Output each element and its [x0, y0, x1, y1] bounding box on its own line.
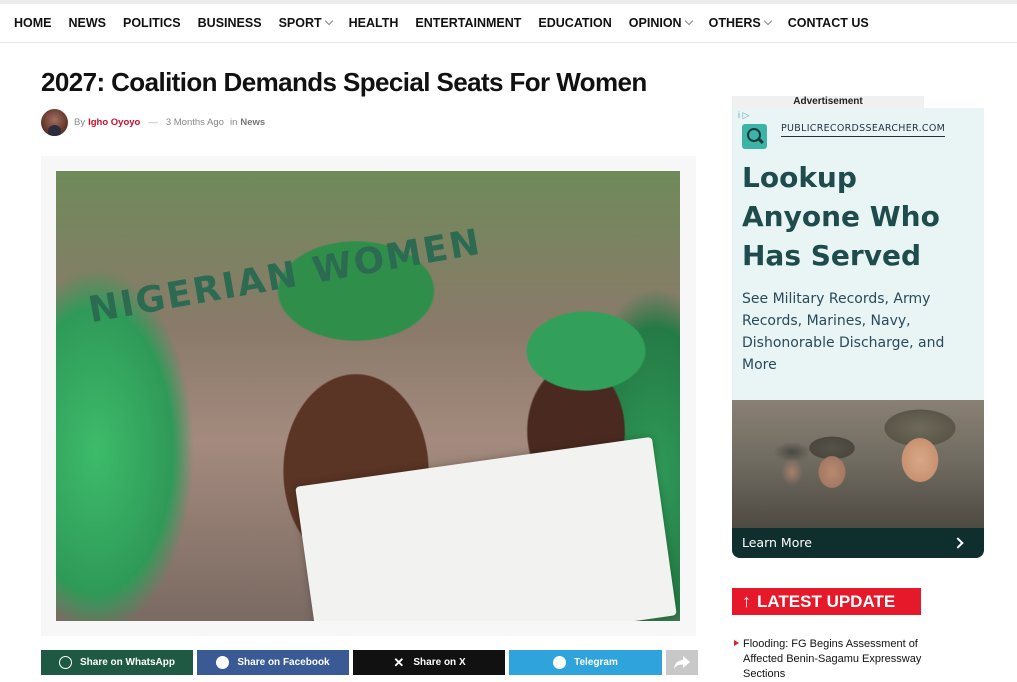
share-facebook-button[interactable]: Share on Facebook — [197, 650, 349, 675]
article-title: 2027: Coalition Demands Special Seats Fo… — [41, 67, 647, 97]
share-label: Share on WhatsApp — [79, 657, 175, 668]
nav-label: ENTERTAINMENT — [415, 16, 522, 30]
telegram-icon — [553, 656, 567, 669]
sidebar-ad[interactable]: i ▷ PUBLICRECORDSSEARCHER.COM Lookup Any… — [732, 108, 984, 558]
author-avatar[interactable] — [41, 108, 68, 136]
nav-item-contact-us[interactable]: CONTACT US — [788, 16, 869, 30]
nav-label: HOME — [14, 16, 52, 30]
share-bar: Share on WhatsApp Share on Facebook ✕ Sh… — [41, 650, 698, 675]
category-link[interactable]: News — [240, 117, 265, 128]
featured-image: NIGERIAN WOMEN — [56, 171, 680, 621]
nav-item-politics[interactable]: POLITICS — [123, 16, 181, 30]
ad-body: See Military Records, Army Records, Mari… — [742, 291, 945, 373]
ad-learn-more-button[interactable]: Learn More — [732, 528, 984, 558]
share-whatsapp-button[interactable]: Share on WhatsApp — [41, 650, 193, 675]
nav-label: OTHERS — [708, 16, 761, 30]
nav-label: HEALTH — [348, 16, 399, 30]
share-label: Share on X — [413, 657, 466, 668]
nav-label: NEWS — [68, 16, 107, 30]
nav-item-news[interactable]: NEWS — [69, 16, 107, 30]
share-telegram-button[interactable]: Telegram — [509, 650, 662, 675]
nav-label: POLITICS — [123, 16, 181, 30]
article-meta: By Igho Oyoyo — 3 Months Ago in News — [41, 108, 265, 136]
nav-item-opinion[interactable]: OPINION — [628, 16, 693, 30]
nav-item-entertainment[interactable]: ENTERTAINMENT — [415, 16, 521, 30]
main-nav: HOME NEWS POLITICS BUSINESS SPORT HEALTH… — [0, 4, 1017, 43]
ad-headline[interactable]: Lookup Anyone Who Has Served — [742, 158, 977, 275]
latest-update-label: LATEST UPDATE — [757, 592, 896, 611]
in-label: in — [229, 116, 238, 128]
whatsapp-icon — [58, 656, 72, 669]
nav-item-sport[interactable]: SPORT — [278, 16, 333, 30]
ad-soldiers-image[interactable] — [732, 400, 984, 528]
chevron-right-icon — [952, 537, 964, 549]
magnifier-logo-icon — [742, 124, 767, 149]
nav-label: OPINION — [628, 16, 682, 30]
cta-label: Learn More — [742, 535, 812, 550]
nav-label: SPORT — [278, 16, 322, 30]
banner-text: NIGERIAN WOMEN — [85, 221, 485, 332]
share-x-button[interactable]: ✕ Share on X — [353, 650, 505, 675]
nav-label: EDUCATION — [538, 16, 612, 30]
x-icon: ✕ — [393, 655, 405, 670]
author-link[interactable]: Igho Oyoyo — [88, 117, 140, 128]
latest-news-item[interactable]: Flooding: FG Begins Assessment of Affect… — [732, 637, 932, 682]
share-more-button[interactable] — [666, 650, 698, 675]
protest-banner — [295, 436, 677, 621]
advertisement-label: Advertisement — [732, 96, 924, 108]
adchoices-icon[interactable]: i ▷ — [738, 110, 749, 121]
nav-label: CONTACT US — [787, 16, 869, 30]
post-time: 3 Months Ago — [165, 116, 224, 128]
by-label: By — [74, 116, 86, 128]
latest-update-heading: ↑ LATEST UPDATE — [732, 588, 921, 615]
share-arrow-icon — [674, 655, 690, 669]
nav-item-others[interactable]: OTHERS — [708, 16, 772, 30]
meta-separator: — — [148, 116, 158, 128]
ad-domain[interactable]: PUBLICRECORDSSEARCHER.COM — [781, 123, 946, 137]
chevron-down-icon — [763, 16, 772, 26]
facebook-icon — [216, 656, 230, 669]
nav-label: BUSINESS — [197, 16, 262, 30]
nav-item-business[interactable]: BUSINESS — [198, 16, 262, 30]
nav-item-health[interactable]: HEALTH — [349, 16, 399, 30]
chevron-down-icon — [684, 16, 693, 26]
share-label: Telegram — [574, 657, 618, 668]
chevron-down-icon — [324, 16, 333, 26]
arrow-up-icon: ↑ — [742, 591, 751, 611]
share-label: Share on Facebook — [237, 657, 330, 668]
nav-item-home[interactable]: HOME — [14, 16, 52, 30]
nav-item-education[interactable]: EDUCATION — [538, 16, 611, 30]
